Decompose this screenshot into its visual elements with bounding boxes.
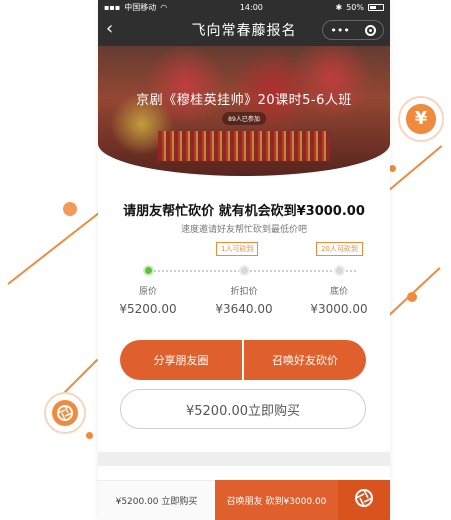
page-title: 飞向常春藤报名 (191, 23, 297, 39)
course-banner: 京剧《穆桂英挂帅》20课时5-6人班 89人已参加 (98, 46, 390, 176)
bargain-headline: 请朋友帮忙砍价 就有机会砍到¥3000.00 (123, 204, 365, 219)
status-bar: ▪▪▪ 中国移动 ◠ 14:00 ✱ 50% (98, 0, 390, 14)
aperture-icon (353, 487, 375, 513)
phone-screen: ▪▪▪ 中国移动 ◠ 14:00 ✱ 50% ‹ 飞向常春藤报名 ••• 京剧《… (98, 0, 390, 520)
battery-percent: 50% (346, 2, 364, 12)
back-chevron-icon[interactable]: ‹ (106, 20, 113, 38)
nav-bar: ‹ 飞向常春藤报名 ••• (98, 14, 390, 46)
wifi-icon: ◠ (160, 2, 168, 12)
step-node-floor (334, 265, 345, 276)
signal-icon: ▪▪▪ (104, 2, 121, 12)
invite-friends-button[interactable]: 召唤好友砍价 (244, 340, 366, 380)
aperture-icon (51, 399, 79, 427)
step-label-discount: 折扣价 (230, 287, 258, 297)
battery-icon (367, 3, 384, 11)
banner-overlay (98, 46, 390, 176)
step-value-original: ¥5200.00 (119, 302, 177, 316)
step-tag-floor: 20人可砍到 (316, 242, 363, 256)
decor-dot (86, 432, 93, 439)
mini-program-capsule: ••• (322, 20, 384, 40)
more-menu-button[interactable]: ••• (330, 24, 349, 37)
status-time: 14:00 (239, 2, 263, 12)
yen-icon: ¥ (406, 104, 436, 134)
yen-badge-right: ¥ (398, 96, 444, 142)
course-title: 京剧《穆桂英挂帅》20课时5-6人班 (136, 93, 352, 108)
decor-line-left-top (7, 209, 104, 285)
price-progress: 1人可砍到 20人可砍到 原价 折扣价 底价 ¥5200.00 ¥3640.00… (119, 236, 376, 326)
buy-now-button[interactable]: ¥5200.00立即购买 (120, 389, 366, 429)
bargain-subline: 速度邀请好友帮忙砍到最低价吧 (180, 225, 307, 235)
step-label-floor: 底价 (329, 287, 348, 297)
share-action-group: 分享朋友圈 召唤好友砍价 (120, 340, 366, 380)
share-moments-button[interactable]: 分享朋友圈 (120, 340, 242, 380)
progress-track (146, 270, 356, 272)
bottom-buy-button[interactable]: ¥5200.00 立即购买 (98, 480, 215, 520)
step-node-discount (239, 265, 250, 276)
status-left: ▪▪▪ 中国移动 ◠ (104, 2, 167, 13)
step-label-original: 原价 (138, 287, 157, 297)
bottom-action-bar: ¥5200.00 立即购买 召唤朋友 砍到¥3000.00 (98, 480, 390, 520)
decor-dot (389, 165, 396, 172)
step-node-original (143, 265, 154, 276)
lens-badge-left (44, 392, 86, 434)
status-right: ✱ 50% (336, 3, 384, 12)
participants-badge: 89人已参加 (222, 112, 266, 125)
bottom-shutter-button[interactable] (338, 480, 390, 520)
close-target-icon[interactable] (364, 24, 376, 36)
step-value-floor: ¥3000.00 (310, 302, 368, 316)
bottom-invite-button[interactable]: 召唤朋友 砍到¥3000.00 (215, 480, 338, 520)
carrier-label: 中国移动 (124, 2, 157, 12)
step-tag-discount: 1人可砍到 (216, 242, 259, 256)
decor-dot (407, 292, 417, 302)
decor-dot (63, 202, 77, 216)
step-value-discount: ¥3640.00 (215, 302, 273, 316)
section-divider (98, 452, 390, 466)
bluetooth-icon: ✱ (335, 2, 343, 12)
